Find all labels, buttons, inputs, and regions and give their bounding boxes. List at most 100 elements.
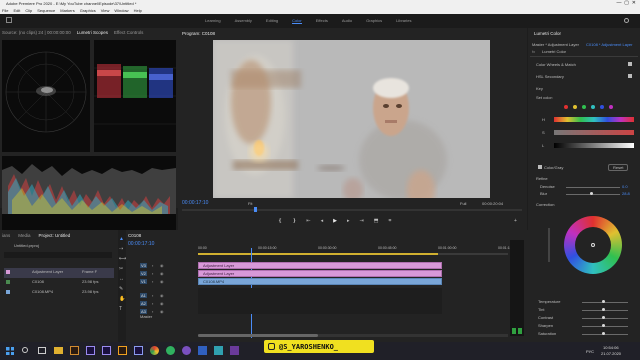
- selection-tool-icon[interactable]: ▲: [119, 236, 124, 242]
- key-s-slider[interactable]: [554, 130, 634, 135]
- adjust-slider-knob[interactable]: [602, 332, 605, 335]
- menu-file[interactable]: File: [2, 8, 8, 13]
- adjust-slider-knob[interactable]: [602, 316, 605, 319]
- task-view-icon[interactable]: [38, 347, 46, 354]
- workspace-effects[interactable]: Effects: [316, 18, 328, 24]
- quality-dropdown[interactable]: Full: [460, 201, 466, 206]
- tab-effect-controls[interactable]: Effect Controls: [114, 30, 143, 35]
- chrome-icon[interactable]: [150, 346, 159, 355]
- track-select-icon[interactable]: ⇢: [119, 246, 123, 252]
- timeline-tab[interactable]: C0108: [128, 233, 141, 238]
- app-icon-green[interactable]: [166, 346, 175, 355]
- blur-slider[interactable]: [566, 194, 620, 195]
- project-item[interactable]: C0108 23.98 fps: [4, 278, 114, 288]
- workspace-editing[interactable]: Editing: [266, 18, 278, 24]
- menu-window[interactable]: Window: [114, 8, 128, 13]
- app-icon-purple[interactable]: [230, 346, 239, 355]
- clip-c0108-v1[interactable]: C0108.MP4: [198, 278, 442, 285]
- taskbar-search-icon[interactable]: [22, 347, 28, 353]
- project-search[interactable]: [4, 252, 112, 258]
- menu-edit[interactable]: Edit: [13, 8, 20, 13]
- adjust-slider[interactable]: [582, 334, 628, 335]
- audio-track-area[interactable]: [198, 288, 442, 314]
- section-hsl-secondary[interactable]: HSL Secondary: [536, 74, 564, 79]
- denoise-slider[interactable]: [566, 187, 620, 188]
- toggle-lock-icon[interactable]: ▪: [152, 271, 153, 276]
- correction-color-wheel[interactable]: [564, 216, 622, 274]
- app-icon-teal[interactable]: [214, 346, 223, 355]
- timeline-ruler-bar[interactable]: [198, 253, 508, 255]
- tab-project-untitled[interactable]: Project: Untitled: [39, 233, 71, 238]
- toggle-visibility-icon[interactable]: ◉: [160, 271, 164, 276]
- type-icon[interactable]: T: [119, 306, 122, 312]
- go-to-out-icon[interactable]: ⇥: [360, 218, 364, 224]
- track-label[interactable]: V1: [140, 279, 147, 284]
- swatch-green[interactable]: [582, 105, 586, 109]
- workspace-libraries[interactable]: Libraries: [396, 18, 411, 24]
- key-l-slider[interactable]: [554, 143, 634, 148]
- wheel-side-slider[interactable]: [548, 228, 550, 262]
- tab-project-ians[interactable]: ians: [2, 233, 10, 238]
- bridge-icon[interactable]: [70, 346, 79, 355]
- export-frame-icon[interactable]: ⌗: [388, 218, 391, 224]
- input-language[interactable]: РУС: [586, 349, 594, 354]
- workspace-audio[interactable]: Audio: [342, 18, 352, 24]
- checkbox-color-wheels[interactable]: [628, 62, 632, 66]
- track-label[interactable]: V3: [140, 263, 147, 268]
- add-button-icon[interactable]: +: [514, 218, 517, 224]
- timeline-timecode[interactable]: 00:00:17:10: [128, 241, 154, 247]
- tab-lumetri-scopes[interactable]: Lumetri Scopes: [77, 30, 108, 35]
- swatch-yellow[interactable]: [573, 105, 577, 109]
- home-icon[interactable]: [6, 17, 12, 23]
- toggle-visibility-icon[interactable]: ◉: [160, 301, 164, 306]
- fit-dropdown[interactable]: Fit: [248, 201, 252, 206]
- adjust-slider[interactable]: [582, 302, 628, 303]
- blur-slider-knob[interactable]: [590, 192, 593, 195]
- premiere-icon[interactable]: [102, 346, 111, 355]
- menu-help[interactable]: Help: [134, 8, 142, 13]
- tab-media[interactable]: Media: [18, 233, 30, 238]
- section-refine[interactable]: Refine: [536, 176, 548, 181]
- reset-button[interactable]: Reset: [608, 164, 629, 171]
- windows-start-icon[interactable]: [6, 347, 14, 355]
- workspace-graphics[interactable]: Graphics: [366, 18, 382, 24]
- adjust-slider-knob[interactable]: [602, 308, 605, 311]
- track-label[interactable]: V2: [140, 271, 147, 276]
- workspace-learning[interactable]: Learning: [205, 18, 221, 24]
- playhead-marker[interactable]: [254, 207, 257, 212]
- section-correction[interactable]: Correction: [536, 202, 554, 207]
- program-title[interactable]: Program: C0108: [182, 31, 215, 36]
- lumetri-clip[interactable]: C0108 * Adjustment Layer: [586, 42, 632, 47]
- menu-view[interactable]: View: [101, 8, 110, 13]
- toggle-lock-icon[interactable]: ▪: [152, 279, 153, 284]
- adjust-slider-knob[interactable]: [602, 300, 605, 303]
- hand-icon[interactable]: ✋: [119, 296, 125, 302]
- lumetri-master[interactable]: Master * Adjustment Layer: [532, 42, 579, 47]
- toggle-visibility-icon[interactable]: ◉: [160, 279, 164, 284]
- adjust-slider[interactable]: [582, 326, 628, 327]
- clip-adjustment-v2[interactable]: Adjustment Layer: [198, 270, 442, 277]
- clock-time[interactable]: 10:54:06: [603, 345, 619, 350]
- razor-icon[interactable]: ✂: [119, 266, 123, 272]
- toggle-visibility-icon[interactable]: ◉: [160, 263, 164, 268]
- program-scrubber[interactable]: [182, 207, 522, 212]
- step-forward-icon[interactable]: ▸: [347, 218, 350, 224]
- swatch-magenta[interactable]: [609, 105, 613, 109]
- section-key[interactable]: Key: [536, 86, 543, 91]
- window-controls[interactable]: — ▢ ✕: [617, 0, 636, 6]
- adjust-slider[interactable]: [582, 310, 628, 311]
- step-back-icon[interactable]: ◂: [321, 218, 324, 224]
- checkbox-hsl[interactable]: [628, 74, 632, 78]
- timeline-scrollbar[interactable]: [198, 334, 508, 337]
- adjust-slider[interactable]: [582, 318, 628, 319]
- adjust-slider-knob[interactable]: [602, 324, 605, 327]
- go-to-in-icon[interactable]: ⇤: [306, 218, 310, 224]
- swatch-red[interactable]: [564, 105, 568, 109]
- color-gray-checkbox[interactable]: [538, 165, 542, 169]
- viber-icon[interactable]: [182, 346, 191, 355]
- workspace-assembly[interactable]: Assembly: [235, 18, 252, 24]
- toggle-visibility-icon[interactable]: ◉: [160, 293, 164, 298]
- lift-icon[interactable]: ⬒: [374, 218, 379, 224]
- tab-lumetri-color[interactable]: Lumetri Color: [534, 31, 561, 36]
- menu-sequence[interactable]: Sequence: [37, 8, 55, 13]
